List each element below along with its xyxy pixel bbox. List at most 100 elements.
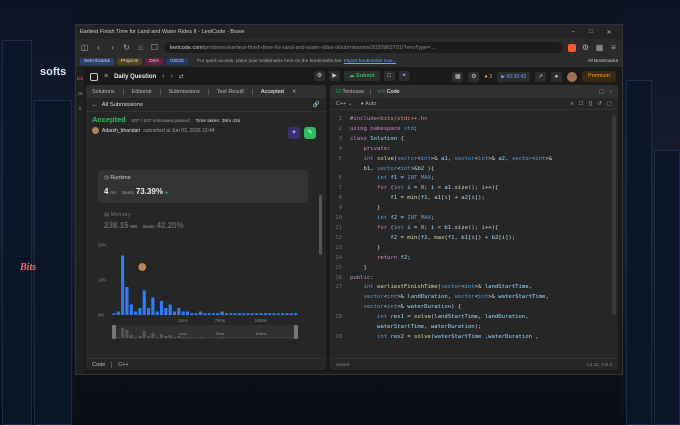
code-line[interactable]: 2 using namespace std; bbox=[330, 125, 610, 135]
bookmark-sem-exams[interactable]: Sem Exams bbox=[80, 58, 114, 65]
chart-bar[interactable] bbox=[233, 313, 237, 315]
editor-scrollbar[interactable] bbox=[612, 115, 616, 315]
code-line[interactable]: 4 private: bbox=[330, 145, 610, 155]
sidebar-toggle-icon[interactable]: ◫ bbox=[80, 43, 89, 52]
ai-sparkle-icon[interactable]: ✦ bbox=[398, 71, 410, 81]
tab-code[interactable]: </> Code bbox=[377, 89, 400, 95]
chart-bar[interactable] bbox=[272, 313, 276, 315]
chart-bar[interactable] bbox=[116, 311, 120, 316]
rail-item-ds[interactable]: DS bbox=[77, 76, 83, 81]
scrollbar[interactable] bbox=[319, 195, 322, 255]
chart-bar[interactable] bbox=[121, 255, 125, 316]
edit-solution-icon[interactable]: ✎ bbox=[304, 127, 316, 139]
rail-item-x[interactable]: X bbox=[78, 106, 81, 111]
code-line[interactable]: 5 int solve(vector<int>& a1, vector<int>… bbox=[330, 155, 610, 165]
chart-bar[interactable] bbox=[289, 313, 293, 315]
code-line[interactable]: 8 f1 = min(f1, a1[i] + a2[i]); bbox=[330, 194, 610, 204]
chart-bar[interactable] bbox=[220, 311, 224, 316]
timer[interactable]: ▶ 00:39:43 bbox=[497, 71, 530, 82]
prev-problem-icon[interactable]: ‹ bbox=[162, 73, 164, 80]
code-line[interactable]: 3 class Solution { bbox=[330, 135, 610, 145]
chart-bar[interactable] bbox=[250, 313, 254, 315]
chart-bar[interactable] bbox=[172, 311, 177, 316]
premium-button[interactable]: Premium bbox=[581, 71, 616, 82]
close-icon[interactable]: ✕ bbox=[600, 29, 618, 36]
chart-bar[interactable] bbox=[177, 308, 181, 315]
chart-bar[interactable] bbox=[255, 313, 259, 315]
mode-select[interactable]: ● Auto bbox=[361, 101, 377, 107]
bookmark-dsa[interactable]: DSA bbox=[145, 58, 164, 65]
chart-bar[interactable] bbox=[147, 308, 151, 315]
tab-accepted[interactable]: Accepted bbox=[261, 89, 284, 95]
notes-icon[interactable]: □ bbox=[383, 71, 395, 81]
rail-item-js[interactable]: JS bbox=[77, 91, 82, 96]
chart-bar[interactable] bbox=[294, 313, 298, 315]
code-line[interactable]: 6 int f1 = INT_MAX; bbox=[330, 174, 610, 184]
maximize-panel-icon[interactable]: ▢ bbox=[599, 89, 604, 95]
code-line[interactable]: 17 int earliestFinishTime(vector<int>& l… bbox=[330, 283, 610, 293]
leetcode-logo-icon[interactable] bbox=[90, 72, 98, 81]
code-line[interactable]: 14 return f2; bbox=[330, 254, 610, 264]
code-line[interactable]: 19 int res2 = solve(waterStartTime ,wate… bbox=[330, 333, 610, 343]
submit-button[interactable]: ☁ Submit bbox=[344, 71, 380, 81]
code-line[interactable]: vector<int>& landDuration, vector<int>& … bbox=[330, 293, 610, 303]
settings-icon[interactable]: ⚙ bbox=[468, 71, 480, 82]
chart-bar[interactable] bbox=[129, 304, 133, 316]
code-line[interactable]: 11 for (int i = 0; i < b1.size(); i++){ bbox=[330, 224, 610, 234]
menu-icon[interactable]: ≡ bbox=[609, 43, 618, 52]
chart-bar[interactable] bbox=[134, 311, 138, 316]
braces-icon[interactable]: {} bbox=[589, 101, 593, 107]
code-line[interactable]: waterStartTime, waterDuration); bbox=[330, 323, 610, 333]
chart-bar[interactable] bbox=[112, 313, 116, 315]
notification-icon[interactable]: ● bbox=[550, 71, 562, 82]
code-line[interactable]: 9 } bbox=[330, 204, 610, 214]
all-submissions-link[interactable]: All Submissions bbox=[102, 102, 143, 108]
daily-question-link[interactable]: Daily Question bbox=[114, 74, 156, 80]
all-bookmarks-button[interactable]: All Bookmarks bbox=[587, 59, 618, 64]
brave-shield-icon[interactable] bbox=[568, 43, 576, 52]
fullscreen-icon[interactable]: ▢ bbox=[607, 101, 612, 107]
chart-bar[interactable] bbox=[276, 313, 280, 315]
shuffle-icon[interactable]: ⇄ bbox=[179, 73, 184, 80]
tab-testcase[interactable]: ☑ Testcase bbox=[336, 89, 364, 95]
maximize-icon[interactable]: □ bbox=[582, 29, 600, 35]
chart-bar[interactable] bbox=[181, 311, 185, 316]
reset-icon[interactable]: ↺ bbox=[597, 101, 602, 107]
collapse-panel-icon[interactable]: ‹ bbox=[610, 89, 612, 95]
chart-bar[interactable] bbox=[281, 313, 285, 315]
format-icon[interactable]: ≡ bbox=[570, 101, 573, 107]
forward-icon[interactable]: › bbox=[108, 43, 117, 52]
reload-icon[interactable]: ↻ bbox=[122, 43, 131, 52]
address-bar[interactable]: leetcode.com /problems/earliest-finish-t… bbox=[164, 42, 563, 53]
chart-bar[interactable] bbox=[259, 313, 263, 315]
share-icon[interactable]: ↗ bbox=[534, 71, 546, 82]
runtime-distribution-chart[interactable]: 20% 10% 0% 11ms 75ms 163ms 11ms 75ms 163ms bbox=[98, 237, 308, 357]
chart-bar[interactable] bbox=[125, 287, 129, 315]
streak-counter[interactable]: ● 3 bbox=[484, 74, 492, 80]
memory-card[interactable]: ▤ Memory 238.15 MB Beats 42.20% bbox=[98, 207, 308, 233]
chart-bar[interactable] bbox=[138, 308, 142, 315]
analyze-ai-icon[interactable]: ✦ bbox=[288, 127, 300, 139]
chart-bar[interactable] bbox=[159, 301, 164, 315]
chart-bar[interactable] bbox=[198, 311, 203, 316]
chart-bar[interactable] bbox=[216, 313, 220, 315]
chart-bar[interactable] bbox=[229, 313, 233, 315]
problem-list-icon[interactable]: ≡ bbox=[104, 73, 108, 80]
code-line[interactable]: 7 for (int i = 0; i < a1.size(); i++){ bbox=[330, 184, 610, 194]
home-icon[interactable]: ⌂ bbox=[136, 43, 145, 52]
chart-bar[interactable] bbox=[285, 313, 289, 315]
tab-submissions[interactable]: Submissions bbox=[169, 89, 200, 95]
run-icon[interactable]: ▶ bbox=[329, 71, 340, 81]
tab-solutions[interactable]: Solutions bbox=[92, 89, 115, 95]
bookmark-projects[interactable]: Projects bbox=[116, 58, 143, 65]
chart-bar[interactable] bbox=[203, 313, 207, 315]
link-icon[interactable]: 🔗 bbox=[313, 102, 320, 108]
avatar[interactable] bbox=[92, 127, 99, 134]
chart-bar[interactable] bbox=[263, 313, 267, 315]
chart-bar[interactable] bbox=[237, 313, 241, 315]
code-line[interactable]: 13 } bbox=[330, 244, 610, 254]
layout-icon[interactable]: ▦ bbox=[452, 71, 464, 82]
code-line[interactable]: 12 f2 = min(f2, max(f1, b1[i]) + b2[i]); bbox=[330, 234, 610, 244]
code-editor[interactable]: 1 #include<bits/stdc++.h> 2 using namespace… bbox=[330, 112, 610, 358]
chart-bar[interactable] bbox=[142, 290, 146, 316]
